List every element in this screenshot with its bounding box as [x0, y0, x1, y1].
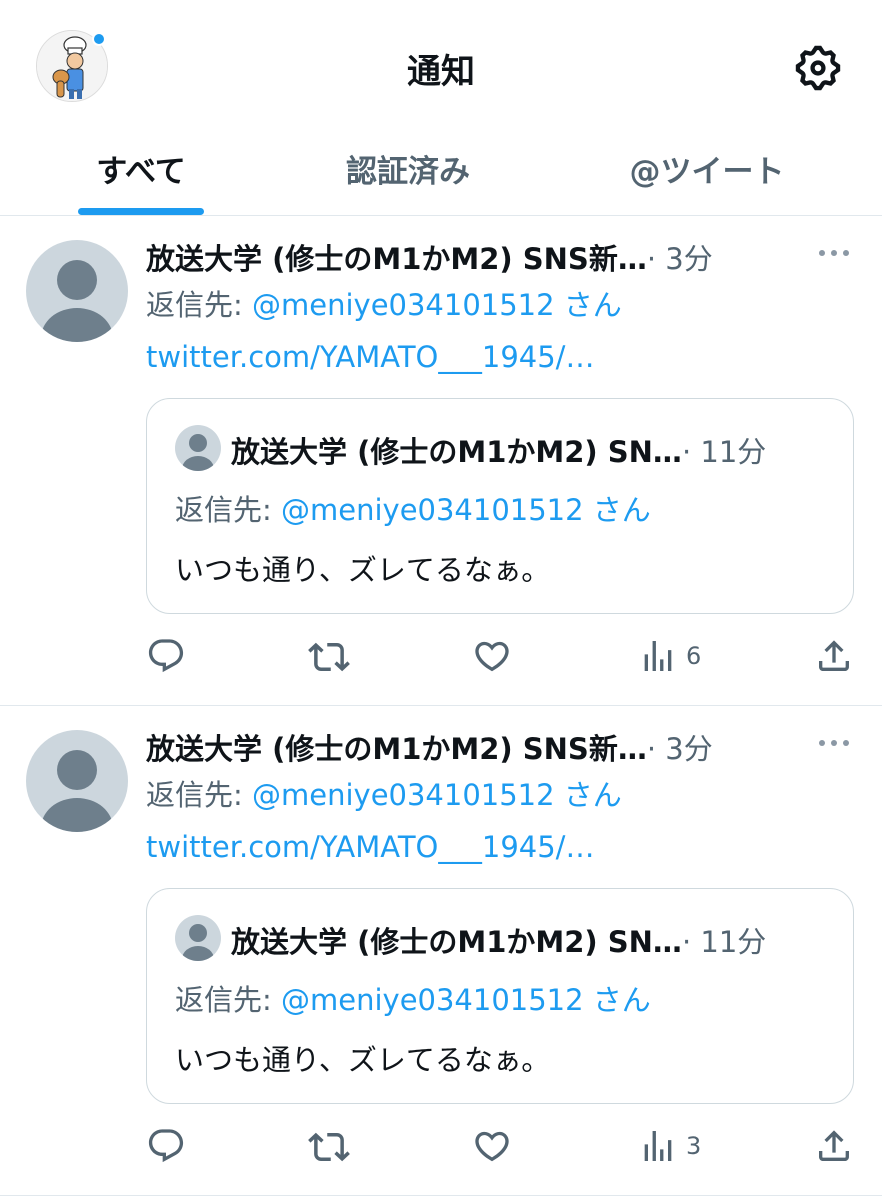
reply-icon	[148, 1129, 184, 1163]
reply-handle-link[interactable]: @meniye034101512	[252, 288, 555, 322]
reply-suffix: さん	[554, 288, 622, 322]
quote-author-name: 放送大学 (修士のM1かM2) SN…	[231, 435, 682, 469]
bar-chart-icon	[644, 1131, 672, 1161]
tab-verified[interactable]: 認証済み	[310, 146, 506, 191]
tab-mentions[interactable]: @ツイート	[600, 146, 814, 191]
quote-text: いつも通り、ズレてるなぁ。	[175, 553, 551, 587]
quote-time: · 11分	[681, 925, 767, 959]
quote-reply-to: 返信先: @meniye034101512 さん	[175, 977, 651, 1019]
quoted-tweet[interactable]: 放送大学 (修士のM1かM2) SN…· 11分 返信先: @meniye034…	[146, 398, 854, 614]
bar-chart-icon	[644, 641, 672, 671]
tweet-item[interactable]: 放送大学 (修士のM1かM2) SNS新…· 3分 返信先: @meniye03…	[0, 216, 882, 706]
tweet-link[interactable]: twitter.com/YAMATO___1945/…	[146, 340, 594, 374]
share-icon	[819, 640, 849, 671]
default-avatar-icon[interactable]	[26, 730, 128, 832]
quote-default-avatar-icon	[175, 425, 221, 471]
tweet-header: 放送大学 (修士のM1かM2) SNS新…· 3分	[146, 726, 786, 770]
quote-reply-to: 返信先: @meniye034101512 さん	[175, 487, 651, 529]
reply-button[interactable]	[146, 1126, 186, 1170]
share-icon	[819, 1130, 849, 1161]
tweet-header: 放送大学 (修士のM1かM2) SNS新…· 3分	[146, 236, 786, 280]
more-options-button[interactable]	[812, 238, 856, 268]
tweet-item[interactable]: 放送大学 (修士のM1かM2) SNS新…· 3分 返信先: @meniye03…	[0, 706, 882, 1196]
views-count: 6	[686, 642, 702, 670]
more-options-button[interactable]	[812, 728, 856, 758]
share-button[interactable]	[814, 1126, 854, 1170]
views-button[interactable]: 3	[638, 1126, 701, 1170]
retweet-icon	[308, 1132, 350, 1162]
quoted-tweet[interactable]: 放送大学 (修士のM1かM2) SN…· 11分 返信先: @meniye034…	[146, 888, 854, 1104]
tweet-time[interactable]: · 3分	[647, 732, 713, 766]
tweet-actions: 6	[0, 630, 882, 686]
reply-to: 返信先: @meniye034101512 さん	[146, 772, 622, 814]
quote-reply-prefix: 返信先:	[175, 983, 281, 1017]
author-name[interactable]: 放送大学 (修士のM1かM2) SNS新…	[146, 732, 647, 766]
reply-suffix: さん	[554, 778, 622, 812]
retweet-button[interactable]	[308, 636, 350, 680]
quote-default-avatar-icon	[175, 915, 221, 961]
like-button[interactable]	[472, 636, 512, 680]
active-tab-indicator	[78, 208, 204, 215]
author-name[interactable]: 放送大学 (修士のM1かM2) SNS新…	[146, 242, 647, 276]
quote-reply-suffix: さん	[583, 493, 651, 527]
notification-tabs: すべて 認証済み @ツイート	[0, 130, 882, 216]
retweet-button[interactable]	[308, 1126, 350, 1170]
header: 通知	[0, 0, 882, 130]
quote-text: いつも通り、ズレてるなぁ。	[175, 1043, 551, 1077]
reply-icon	[148, 639, 184, 673]
quote-reply-prefix: 返信先:	[175, 493, 281, 527]
gear-icon	[795, 45, 841, 91]
reply-prefix: 返信先:	[146, 288, 252, 322]
settings-button[interactable]	[792, 42, 844, 94]
share-button[interactable]	[814, 636, 854, 680]
quote-header: 放送大学 (修士のM1かM2) SN…· 11分	[231, 429, 766, 471]
quote-reply-suffix: さん	[583, 983, 651, 1017]
quote-reply-handle: @meniye034101512	[281, 493, 584, 527]
reply-handle-link[interactable]: @meniye034101512	[252, 778, 555, 812]
reply-to: 返信先: @meniye034101512 さん	[146, 282, 622, 324]
tweet-actions: 3	[0, 1120, 882, 1176]
tweet-link[interactable]: twitter.com/YAMATO___1945/…	[146, 830, 594, 864]
page-title: 通知	[407, 52, 475, 92]
quote-time: · 11分	[681, 435, 767, 469]
quote-author-name: 放送大学 (修士のM1かM2) SN…	[231, 925, 682, 959]
reply-prefix: 返信先:	[146, 778, 252, 812]
reply-button[interactable]	[146, 636, 186, 680]
default-avatar-icon[interactable]	[26, 240, 128, 342]
quote-header: 放送大学 (修士のM1かM2) SN…· 11分	[231, 919, 766, 961]
heart-icon	[475, 1131, 509, 1162]
tab-all[interactable]: すべて	[78, 146, 204, 191]
heart-icon	[475, 641, 509, 672]
like-button[interactable]	[472, 1126, 512, 1170]
more-dots-icon	[819, 740, 849, 746]
retweet-icon	[308, 642, 350, 672]
views-count: 3	[686, 1132, 702, 1160]
views-button[interactable]: 6	[638, 636, 701, 680]
tweet-time[interactable]: · 3分	[647, 242, 713, 276]
quote-reply-handle: @meniye034101512	[281, 983, 584, 1017]
more-dots-icon	[819, 250, 849, 256]
